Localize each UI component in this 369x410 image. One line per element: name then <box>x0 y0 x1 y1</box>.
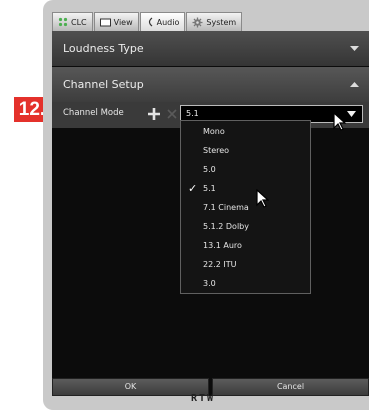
tab-label: System <box>206 17 237 27</box>
gear-icon <box>192 17 203 27</box>
section-label: Loudness Type <box>63 42 144 55</box>
channel-mode-dropdown: Mono Stereo 5.0 ✓ 5.1 7.1 Cinema 5.1.2 D… <box>180 120 311 294</box>
tab-bar: CLC View Audio System <box>52 12 243 31</box>
option-7-1-cinema[interactable]: 7.1 Cinema <box>181 198 310 217</box>
option-mono[interactable]: Mono <box>181 122 310 141</box>
checkmark-icon: ✓ <box>188 182 198 195</box>
brand-logo: RTW <box>190 393 216 404</box>
option-13-1-auro[interactable]: 13.1 Auro <box>181 236 310 255</box>
tab-clc[interactable]: CLC <box>52 12 93 31</box>
chevron-down-icon <box>350 46 359 51</box>
mouse-cursor-icon <box>256 189 269 208</box>
option-label: 13.1 Auro <box>203 241 242 250</box>
tab-system[interactable]: System <box>186 12 243 31</box>
option-label: 5.1.2 Dolby <box>203 222 249 231</box>
device-frame: CLC View Audio System Loudness Type Chan… <box>43 0 369 410</box>
tab-label: CLC <box>71 17 87 27</box>
tab-label: Audio <box>156 17 180 27</box>
option-label: Stereo <box>203 146 230 155</box>
tab-audio[interactable]: Audio <box>139 12 186 31</box>
option-label: 5.0 <box>203 165 216 174</box>
loudness-type-header[interactable]: Loudness Type <box>52 31 369 66</box>
settings-screen: Loudness Type Channel Setup Channel Mode… <box>52 31 369 396</box>
section-label: Channel Setup <box>63 78 144 91</box>
tab-view[interactable]: View <box>93 12 139 31</box>
option-5-0[interactable]: 5.0 <box>181 160 310 179</box>
chevron-down-icon <box>347 111 356 117</box>
monitor-icon <box>99 18 111 26</box>
option-5-1[interactable]: ✓ 5.1 <box>181 179 310 198</box>
tab-label: View <box>113 17 133 27</box>
option-label: 5.1 <box>203 184 216 193</box>
option-3-0[interactable]: 3.0 <box>181 274 310 293</box>
add-icon[interactable] <box>146 106 162 122</box>
option-22-2-itu[interactable]: 22.2 ITU <box>181 255 310 274</box>
channel-mode-label: Channel Mode <box>63 108 124 118</box>
option-label: Mono <box>203 127 225 136</box>
channel-mode-value: 5.1 <box>186 109 199 118</box>
option-label: 3.0 <box>203 279 216 288</box>
option-label: 7.1 Cinema <box>203 203 249 212</box>
audio-icon <box>148 17 153 27</box>
option-stereo[interactable]: Stereo <box>181 141 310 160</box>
chevron-up-icon <box>350 82 359 87</box>
option-5-1-2-dolby[interactable]: 5.1.2 Dolby <box>181 217 310 236</box>
remove-icon[interactable] <box>164 106 180 122</box>
clc-icon <box>58 17 68 27</box>
channel-setup-header[interactable]: Channel Setup <box>52 67 369 102</box>
mouse-cursor-icon <box>333 112 346 131</box>
option-label: 22.2 ITU <box>203 260 237 269</box>
